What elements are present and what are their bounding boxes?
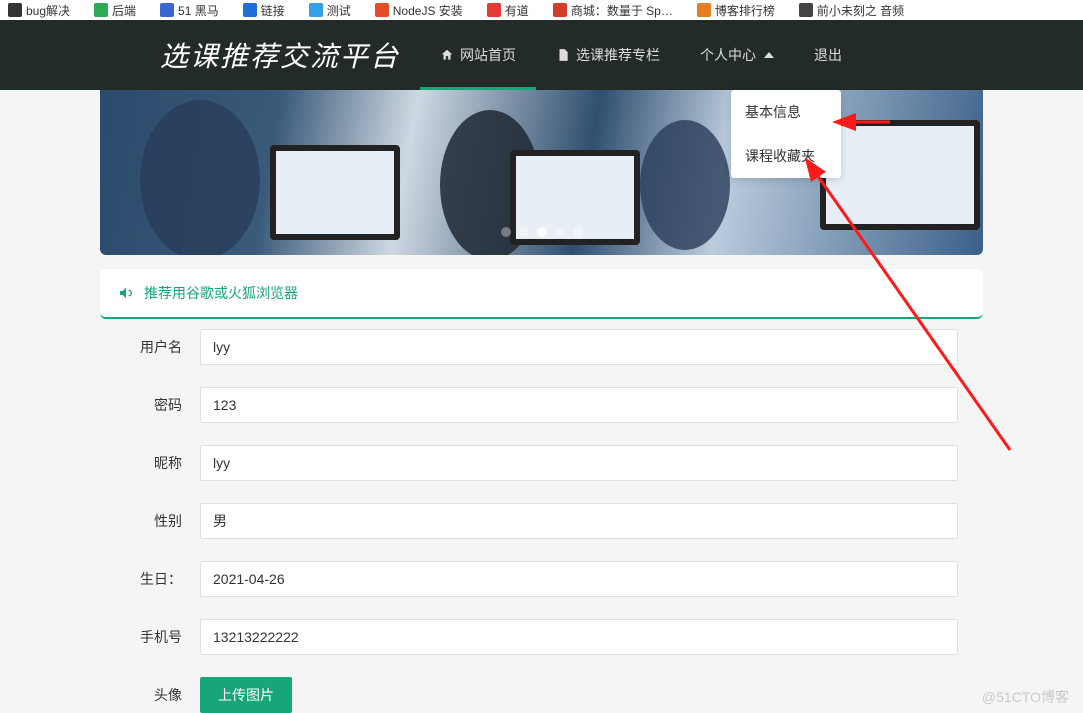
bookmark-item[interactable]: NodeJS 安装 <box>375 2 463 19</box>
home-icon <box>440 48 454 62</box>
birthday-input[interactable] <box>200 561 958 597</box>
document-icon <box>556 48 570 62</box>
site-title: 选课推荐交流平台 <box>160 35 400 75</box>
bookmark-item[interactable]: 博客排行榜 <box>697 2 775 19</box>
dropdown-basic-info[interactable]: 基本信息 <box>731 90 841 134</box>
bookmark-item[interactable]: bug解决 <box>8 2 70 19</box>
bookmark-item[interactable]: 商城：数量于 Sp… <box>553 2 673 19</box>
notice-text: 推荐用谷歌或火狐浏览器 <box>144 283 298 303</box>
carousel-dot-2[interactable] <box>519 227 529 237</box>
carousel-dot-4[interactable] <box>555 227 565 237</box>
username-input[interactable] <box>200 329 958 365</box>
upload-image-button[interactable]: 上传图片 <box>200 677 292 713</box>
nav-home-label: 网站首页 <box>460 45 516 65</box>
nickname-label: 昵称 <box>100 453 200 473</box>
profile-form: 用户名 密码 昵称 性别 生日： 手机号 头像 上传图片 <box>100 329 983 713</box>
nav-personal[interactable]: 个人中心 <box>680 20 794 90</box>
caret-up-icon <box>764 52 774 58</box>
gender-label: 性别 <box>100 511 200 531</box>
nickname-input[interactable] <box>200 445 958 481</box>
dropdown-favorites[interactable]: 课程收藏夹 <box>731 134 841 178</box>
nav-column[interactable]: 选课推荐专栏 <box>536 20 680 90</box>
avatar-label: 头像 <box>100 685 200 705</box>
password-input[interactable] <box>200 387 958 423</box>
carousel-indicators <box>501 227 583 237</box>
birthday-label: 生日： <box>100 569 200 589</box>
nav-logout-label: 退出 <box>814 45 842 65</box>
carousel-dot-5[interactable] <box>573 227 583 237</box>
bookmark-item[interactable]: 链接 <box>243 2 285 19</box>
volume-icon <box>118 285 134 301</box>
notice-bar: 推荐用谷歌或火狐浏览器 <box>100 269 983 319</box>
nav-logout[interactable]: 退出 <box>794 20 862 90</box>
bookmark-item[interactable]: 有道 <box>487 2 529 19</box>
bookmark-item[interactable]: 后端 <box>94 2 136 19</box>
bookmark-item[interactable]: 测试 <box>309 2 351 19</box>
personal-dropdown: 基本信息 课程收藏夹 <box>731 90 841 178</box>
username-label: 用户名 <box>100 337 200 357</box>
bookmark-item[interactable]: 51 黑马 <box>160 2 219 19</box>
phone-input[interactable] <box>200 619 958 655</box>
password-label: 密码 <box>100 395 200 415</box>
nav-column-label: 选课推荐专栏 <box>576 45 660 65</box>
carousel-dot-3[interactable] <box>537 227 547 237</box>
nav-home[interactable]: 网站首页 <box>420 20 536 90</box>
hero-banner <box>100 90 983 255</box>
browser-bookmarks-bar: bug解决 后端 51 黑马 链接 测试 NodeJS 安装 有道 商城：数量于… <box>0 0 1083 20</box>
watermark: @51CTO博客 <box>982 687 1069 707</box>
carousel-dot-1[interactable] <box>501 227 511 237</box>
gender-input[interactable] <box>200 503 958 539</box>
nav-personal-label: 个人中心 <box>700 45 756 65</box>
top-navigation: 选课推荐交流平台 网站首页 选课推荐专栏 个人中心 退出 <box>0 20 1083 90</box>
phone-label: 手机号 <box>100 627 200 647</box>
bookmark-item[interactable]: 前小未刻之 音频 <box>799 2 904 19</box>
